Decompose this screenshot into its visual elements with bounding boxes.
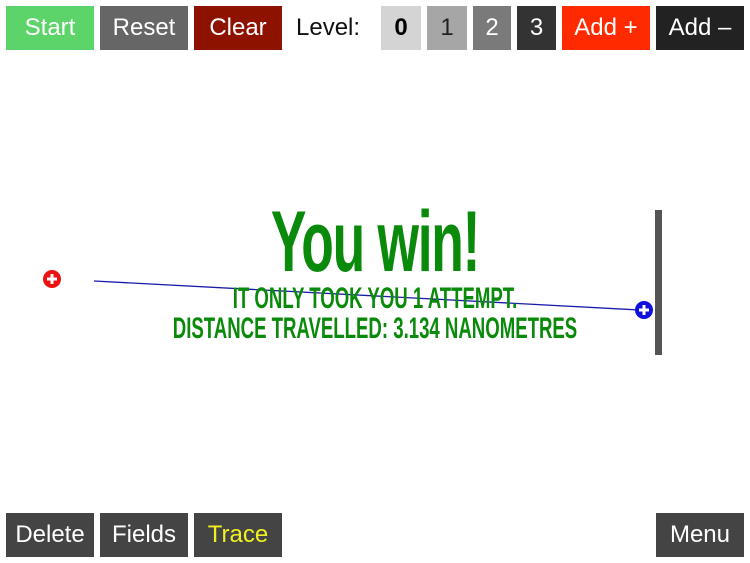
win-title: You win! (270, 194, 481, 290)
distance-text: DISTANCE TRAVELLED: 3.134 NANOMETRES (172, 312, 578, 345)
delete-button[interactable]: Delete (6, 513, 94, 557)
fields-button[interactable]: Fields (100, 513, 188, 557)
menu-button[interactable]: Menu (656, 513, 744, 557)
goal-bar (655, 210, 662, 355)
trace-button[interactable]: Trace (194, 513, 282, 557)
particle[interactable] (635, 301, 653, 319)
positive-charge[interactable] (43, 270, 61, 288)
attempts-text: IT ONLY TOOK YOU 1 ATTEMPT. (232, 282, 518, 315)
